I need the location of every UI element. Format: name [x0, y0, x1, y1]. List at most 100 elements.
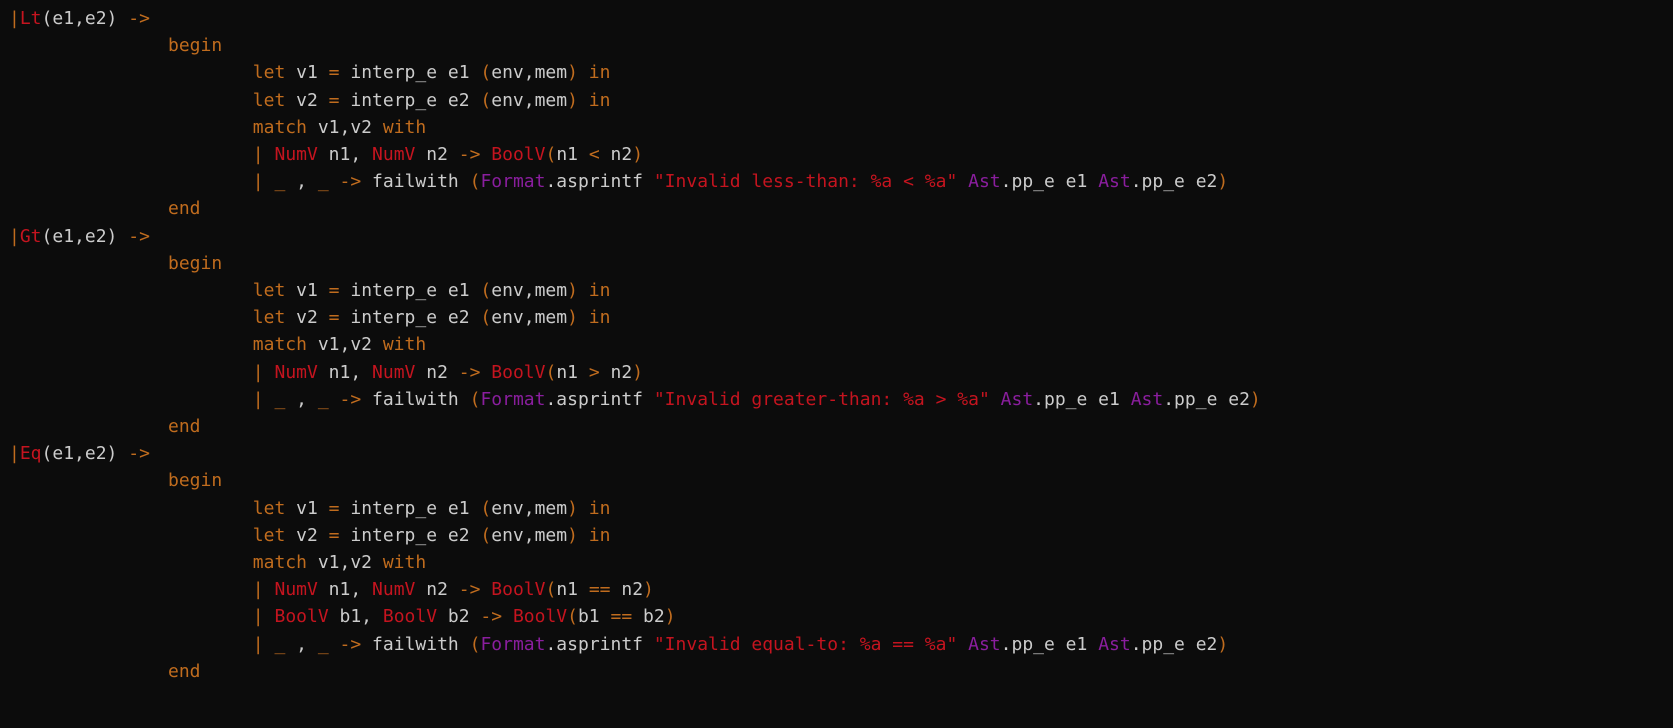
keyword-token: | [9, 443, 20, 465]
operator-token: == [588, 579, 611, 601]
identifier-token: env,mem [491, 280, 568, 301]
code-line: match v1,v2 with [253, 549, 426, 576]
identifier-token [578, 280, 589, 301]
keyword-token: let [252, 497, 286, 519]
paren-token: ( [545, 361, 557, 383]
code-line: let v1 = interp_e e1 (env,mem) in [253, 495, 611, 522]
code-line: let v2 = interp_e e2 (env,mem) in [253, 87, 611, 114]
identifier-token: .pp_e e1 [1033, 388, 1131, 410]
keyword-token: in [588, 280, 611, 301]
keyword-token: _ [274, 388, 286, 410]
identifier-token: n2 [599, 361, 633, 383]
operator-token: = [328, 280, 340, 301]
code-line: |Eq(e1,e2) -> [9, 440, 150, 467]
identifier-token [264, 144, 275, 165]
code-line: begin [168, 250, 222, 277]
module-token: Format [480, 171, 546, 193]
code-line: | _ , _ -> failwith (Format.asprintf "In… [253, 631, 1228, 658]
keyword-token: end [168, 416, 201, 437]
operator-token: = [328, 497, 340, 519]
paren-token: ) [1217, 171, 1229, 193]
keyword-token: | [252, 171, 264, 193]
keyword-token: match [252, 116, 307, 138]
code-line: |Gt(e1,e2) -> [9, 223, 150, 250]
identifier-token: v1 [285, 497, 329, 519]
keyword-token: begin [168, 470, 223, 492]
module-token: Format [480, 388, 546, 410]
identifier-token: env,mem [491, 497, 568, 519]
keyword-token: match [252, 334, 307, 356]
code-line: let v1 = interp_e e1 (env,mem) in [253, 277, 611, 304]
identifier-token [329, 634, 340, 655]
paren-token: ( [545, 144, 557, 165]
identifier-token [578, 498, 589, 519]
constructor-token: NumV [274, 361, 318, 383]
identifier-token: n2 [415, 361, 459, 383]
paren-token: ( [469, 388, 481, 410]
identifier-token [264, 579, 275, 600]
keyword-token: | [252, 361, 264, 383]
identifier-token: env,mem [491, 524, 568, 546]
code-line: begin [168, 467, 222, 494]
identifier-token [264, 362, 275, 383]
constructor-token: BoolV [491, 144, 546, 165]
identifier-token: n1, [317, 579, 373, 601]
keyword-token: with [382, 116, 427, 138]
operator-token: -> [339, 171, 362, 193]
identifier-token: interp_e e1 [339, 497, 481, 519]
identifier-token: env,mem [491, 89, 568, 111]
code-line: match v1,v2 with [253, 114, 426, 141]
identifier-token [578, 525, 589, 546]
identifier-token: .asprintf [545, 388, 654, 410]
identifier-token: n1 [556, 579, 589, 601]
identifier-token: .pp_e e2 [1130, 633, 1218, 655]
paren-token: ( [567, 606, 578, 628]
module-token: Ast [1098, 633, 1131, 655]
identifier-token [990, 389, 1001, 410]
module-token: Ast [968, 171, 1001, 193]
identifier-token: v1,v2 [306, 116, 383, 138]
identifier-token [480, 579, 491, 600]
paren-token: ( [545, 579, 557, 601]
identifier-token: b2 [632, 606, 665, 628]
identifier-token: v1 [285, 62, 329, 84]
code-line: end [168, 658, 201, 685]
identifier-token: b2 [437, 606, 481, 628]
constructor-token: Gt [19, 225, 42, 247]
identifier-token: b1 [577, 606, 611, 628]
identifier-token [502, 606, 513, 627]
operator-token: -> [480, 606, 503, 628]
keyword-token: | [252, 388, 264, 410]
string-token: "Invalid equal-to: %a == %a" [653, 633, 958, 655]
keyword-token: let [252, 524, 286, 546]
paren-token: ( [480, 524, 492, 546]
identifier-token: v2 [285, 307, 329, 329]
keyword-token: _ [317, 633, 329, 655]
constructor-token: NumV [372, 361, 416, 383]
identifier-token: env,mem [491, 307, 568, 329]
keyword-token: with [382, 552, 427, 573]
code-line: end [168, 195, 201, 222]
code-line: | NumV n1, NumV n2 -> BoolV(n1 < n2) [253, 141, 643, 168]
identifier-token: n2 [610, 579, 644, 601]
operator-token: -> [458, 361, 481, 383]
identifier-token: , [285, 633, 318, 655]
constructor-token: BoolV [491, 579, 546, 601]
paren-token: ( [469, 633, 481, 655]
string-token: "Invalid less-than: %a < %a" [653, 171, 958, 193]
code-line: | NumV n1, NumV n2 -> BoolV(n1 > n2) [253, 359, 643, 386]
module-token: Ast [1130, 388, 1164, 410]
code-editor[interactable]: |Lt(e1,e2) -> begin let v1 = interp_e e1 (… [9, 0, 1673, 728]
paren-token: ) [1217, 633, 1229, 655]
keyword-token: begin [168, 35, 223, 57]
paren-token: ) [632, 361, 644, 383]
operator-token: -> [458, 579, 481, 601]
keyword-token: in [588, 307, 611, 329]
paren-token: ) [567, 62, 578, 84]
keyword-token: | [9, 225, 20, 247]
identifier-token: , [285, 388, 318, 410]
code-line: |Lt(e1,e2) -> [9, 5, 150, 32]
paren-token: ) [643, 579, 654, 601]
code-line: begin [168, 32, 222, 59]
operator-token: < [588, 144, 600, 165]
